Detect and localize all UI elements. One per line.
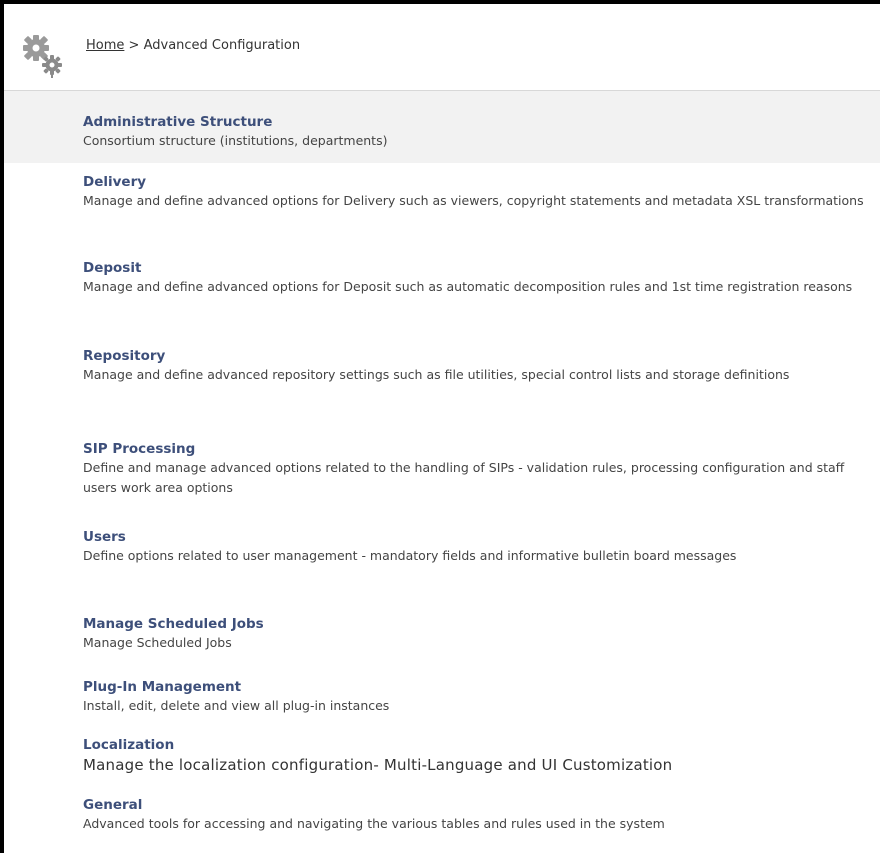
config-item-description: Advanced tools for accessing and navigat… xyxy=(83,816,665,831)
breadcrumb-current: Advanced Configuration xyxy=(143,38,301,53)
config-item-delivery: Delivery Manage and define advanced opti… xyxy=(83,174,880,211)
config-item-title[interactable]: Repository xyxy=(83,348,880,365)
config-item-description: Define options related to user managemen… xyxy=(83,548,737,563)
config-item-general: General Advanced tools for accessing and… xyxy=(83,797,880,834)
config-item-localization: Localization Manage the localization con… xyxy=(83,737,880,776)
config-item-title[interactable]: Localization xyxy=(83,737,880,754)
config-item-title[interactable]: SIP Processing xyxy=(83,441,880,458)
config-item-manage-scheduled-jobs: Manage Scheduled Jobs Manage Scheduled J… xyxy=(83,616,880,653)
config-item-description: Consortium structure (institutions, depa… xyxy=(83,133,388,148)
config-item-repository: Repository Manage and define advanced re… xyxy=(83,348,880,385)
config-item-description: Manage and define advanced options for D… xyxy=(83,193,864,208)
config-item-users: Users Define options related to user man… xyxy=(83,529,880,566)
config-item-title[interactable]: Manage Scheduled Jobs xyxy=(83,616,880,633)
config-item-title[interactable]: Delivery xyxy=(83,174,880,191)
config-item-description: Manage the localization configuration- M… xyxy=(83,756,673,774)
page-header: Home > Advanced Configuration xyxy=(4,4,880,91)
config-item-deposit: Deposit Manage and define advanced optio… xyxy=(83,260,880,297)
breadcrumb-separator: > xyxy=(128,38,140,53)
config-item-administrative-structure: Administrative Structure Consortium stru… xyxy=(83,114,880,151)
config-item-description: Manage Scheduled Jobs xyxy=(83,635,232,650)
config-item-title[interactable]: Deposit xyxy=(83,260,880,277)
config-item-title[interactable]: General xyxy=(83,797,880,814)
config-item-description: Define and manage advanced options relat… xyxy=(83,460,845,495)
config-item-title[interactable]: Users xyxy=(83,529,880,546)
config-item-description: Install, edit, delete and view all plug-… xyxy=(83,698,390,713)
breadcrumb: Home > Advanced Configuration xyxy=(86,38,300,53)
breadcrumb-home-link[interactable]: Home xyxy=(86,38,124,53)
config-item-title[interactable]: Administrative Structure xyxy=(83,114,880,131)
config-item-title[interactable]: Plug-In Management xyxy=(83,679,880,696)
page-frame: Home > Advanced Configuration Administra… xyxy=(0,0,880,853)
config-item-sip-processing: SIP Processing Define and manage advance… xyxy=(83,441,880,498)
config-item-description: Manage and define advanced options for D… xyxy=(83,279,853,294)
config-item-plug-in-management: Plug-In Management Install, edit, delete… xyxy=(83,679,880,716)
gears-icon xyxy=(23,35,62,78)
config-item-description: Manage and define advanced repository se… xyxy=(83,367,790,382)
